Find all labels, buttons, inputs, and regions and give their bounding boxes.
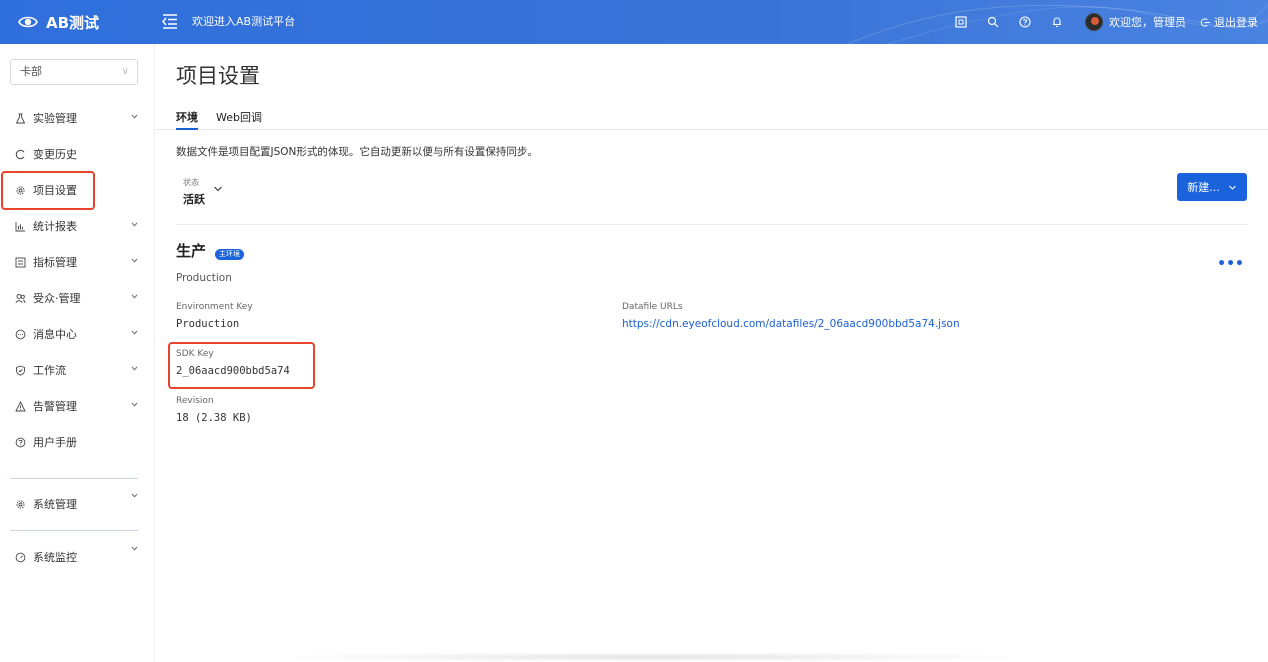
chevron-down-icon <box>131 402 138 407</box>
org-select[interactable]: 卡部 ∨ <box>10 59 138 85</box>
section-divider <box>176 224 1248 225</box>
tab-environments[interactable]: 环境 <box>176 109 198 130</box>
flask-icon <box>14 112 26 124</box>
chart-icon <box>14 220 26 232</box>
new-environment-button[interactable]: 新建... <box>1177 173 1247 201</box>
chevron-down-icon <box>131 222 138 227</box>
welcome-text: 欢迎进入AB测试平台 <box>192 15 296 28</box>
chevron-down-icon <box>131 294 138 299</box>
bottom-shadow-decoration <box>250 652 1050 662</box>
app-logo[interactable]: AB测试 <box>18 0 99 44</box>
chevron-down-icon <box>131 546 138 551</box>
sidebar-item-label: 系统管理 <box>33 498 77 511</box>
help-button[interactable] <box>1009 0 1041 44</box>
sidebar-divider <box>10 478 138 479</box>
search-button[interactable] <box>977 0 1009 44</box>
logout-button[interactable]: 退出登录 <box>1200 14 1258 30</box>
sidebar-item-label: 实验管理 <box>33 112 77 125</box>
sdk-key-value: 2_06aacd900bbd5a74 <box>176 365 290 377</box>
chevron-down-icon <box>131 114 138 119</box>
message-icon <box>14 328 26 340</box>
bell-icon <box>1053 17 1061 28</box>
app-name: AB测试 <box>46 13 100 32</box>
revision-value: 18 (2.38 KB) <box>176 412 252 424</box>
environment-subtitle: Production <box>176 272 232 284</box>
sidebar-item-reports[interactable]: 统计报表 <box>0 208 155 244</box>
audience-icon <box>14 292 26 304</box>
chevron-down-icon <box>214 186 222 192</box>
environment-key-value: Production <box>176 318 240 330</box>
search-icon <box>987 16 999 28</box>
primary-env-badge: 主环境 <box>215 249 244 260</box>
tab-bar: 环境 Web回调 <box>156 102 1268 130</box>
environment-name: 生产 <box>176 242 207 260</box>
chevron-down-icon <box>131 493 138 498</box>
sidebar-item-label: 变更历史 <box>33 148 77 161</box>
warning-icon <box>14 400 26 412</box>
sidebar-item-alerts[interactable]: 告警管理 <box>0 388 155 424</box>
logout-label: 退出登录 <box>1214 16 1258 29</box>
sidebar-item-workflow[interactable]: 工作流 <box>0 352 155 388</box>
sidebar-item-system-admin[interactable]: 系统管理 <box>0 486 155 522</box>
datafile-url-link[interactable]: https://cdn.eyeofcloud.com/datafiles/2_0… <box>622 318 960 330</box>
history-icon <box>14 148 26 160</box>
main-content: 项目设置 环境 Web回调 数据文件是项目配置JSON形式的体现。它自动更新以便… <box>156 44 1268 662</box>
eye-icon <box>18 16 38 28</box>
new-button-label: 新建... <box>1187 181 1220 194</box>
gauge-icon <box>14 551 26 563</box>
sidebar-item-label: 告警管理 <box>33 400 77 413</box>
sidebar-item-audience[interactable]: 受众·管理 <box>0 280 155 316</box>
question-icon <box>1019 16 1031 28</box>
header-actions: 欢迎您，管理员 退出登录 <box>945 0 1258 44</box>
sidebar-item-system-monitor[interactable]: 系统监控 <box>0 539 155 575</box>
sidebar-item-project-settings[interactable]: 项目设置 <box>0 172 155 208</box>
sidebar-item-label: 项目设置 <box>33 184 77 197</box>
sidebar-item-label: 受众·管理 <box>33 292 81 305</box>
sidebar: 卡部 ∨ 实验管理 变更历史 项目设置 统计报表 指标管理 受众·管理 消息中心… <box>0 44 155 662</box>
menu-toggle-icon[interactable] <box>161 12 179 30</box>
tab-web-callback[interactable]: Web回调 <box>216 109 262 130</box>
sidebar-item-label: 工作流 <box>33 364 66 377</box>
sidebar-item-experiments[interactable]: 实验管理 <box>0 100 155 136</box>
sidebar-item-label: 用户手册 <box>33 436 77 449</box>
gear-icon <box>14 184 26 196</box>
sidebar-item-label: 统计报表 <box>33 220 77 233</box>
chevron-down-icon <box>131 330 138 335</box>
top-header: AB测试 欢迎进入AB测试平台 欢迎您，管理员 退出登录 <box>0 0 1268 44</box>
chevron-down-icon <box>1228 185 1236 190</box>
fullscreen-button[interactable] <box>945 0 977 44</box>
gear-icon <box>14 498 26 510</box>
sidebar-item-history[interactable]: 变更历史 <box>0 136 155 172</box>
org-select-value: 卡部 <box>20 65 42 78</box>
sidebar-divider <box>10 530 138 531</box>
more-options-button[interactable]: ••• <box>1217 256 1244 272</box>
fullscreen-icon <box>955 16 967 28</box>
revision-label: Revision <box>176 396 214 406</box>
page-title: 项目设置 <box>176 64 260 88</box>
sidebar-item-metrics[interactable]: 指标管理 <box>0 244 155 280</box>
datafile-urls-label: Datafile URLs <box>622 302 683 312</box>
status-label: 状态 <box>183 178 199 187</box>
datafile-description: 数据文件是项目配置JSON形式的体现。它自动更新以便与所有设置保持同步。 <box>176 146 538 158</box>
notification-button[interactable] <box>1041 0 1073 44</box>
help-icon <box>14 436 26 448</box>
user-greeting[interactable]: 欢迎您，管理员 <box>1109 14 1186 30</box>
metric-icon <box>14 256 26 268</box>
environment-key-label: Environment Key <box>176 302 253 312</box>
shield-icon <box>14 364 26 376</box>
sdk-key-label: SDK Key <box>176 349 214 359</box>
sidebar-item-manual[interactable]: 用户手册 <box>0 424 155 460</box>
logout-icon <box>1200 17 1211 27</box>
avatar[interactable] <box>1085 13 1103 31</box>
status-value: 活跃 <box>183 193 205 206</box>
status-filter[interactable]: 状态 活跃 <box>183 177 222 207</box>
sidebar-item-label: 消息中心 <box>33 328 77 341</box>
chevron-down-icon: ∨ <box>121 66 129 77</box>
sidebar-item-messages[interactable]: 消息中心 <box>0 316 155 352</box>
sidebar-item-label: 系统监控 <box>33 551 77 564</box>
chevron-down-icon <box>131 258 138 263</box>
chevron-down-icon <box>131 366 138 371</box>
sidebar-item-label: 指标管理 <box>33 256 77 269</box>
